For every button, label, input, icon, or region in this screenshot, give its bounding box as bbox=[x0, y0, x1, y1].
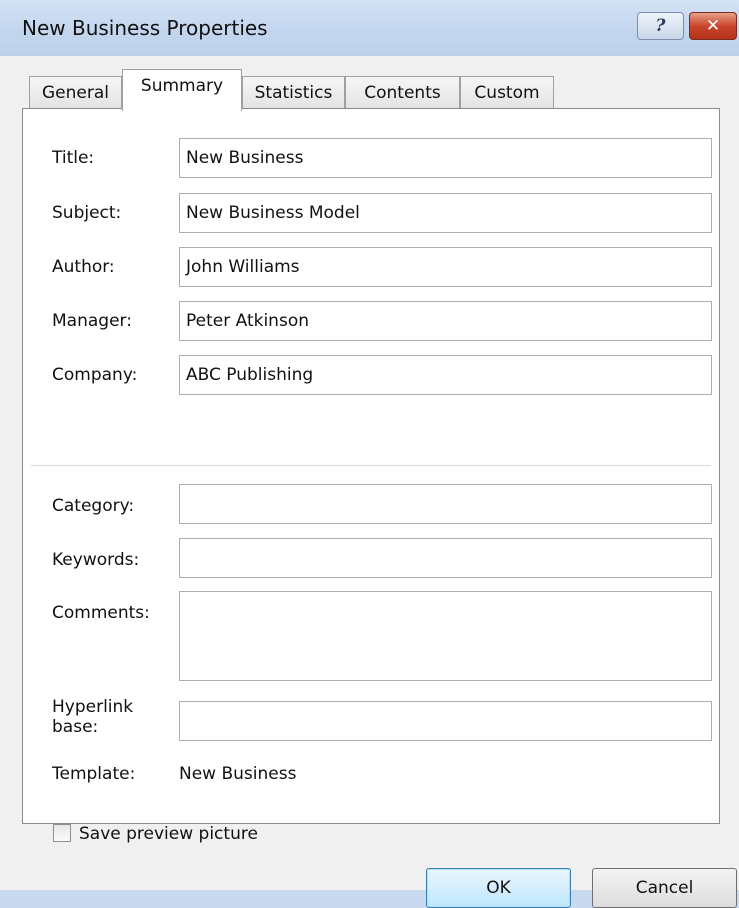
tab-general[interactable]: General bbox=[29, 76, 122, 109]
tab-label: Summary bbox=[140, 76, 224, 96]
save-preview-label[interactable]: Save preview picture bbox=[79, 824, 258, 844]
tab-contents[interactable]: Contents bbox=[345, 76, 460, 109]
manager-value: Peter Atkinson bbox=[186, 311, 309, 331]
tab-summary[interactable]: Summary bbox=[122, 69, 242, 111]
tab-label: Custom bbox=[474, 83, 540, 103]
subject-field[interactable]: New Business Model bbox=[179, 193, 712, 233]
tab-label: Statistics bbox=[254, 83, 333, 103]
company-label: Company: bbox=[52, 365, 138, 385]
subject-label: Subject: bbox=[52, 203, 122, 223]
hyperlink-base-label: Hyperlink base: bbox=[52, 697, 134, 737]
close-icon: ✕ bbox=[705, 16, 721, 36]
category-field[interactable] bbox=[179, 484, 712, 524]
window-title: New Business Properties bbox=[22, 16, 268, 40]
company-field[interactable]: ABC Publishing bbox=[179, 355, 712, 395]
company-value: ABC Publishing bbox=[186, 365, 314, 385]
separator bbox=[31, 465, 711, 466]
author-label: Author: bbox=[52, 257, 115, 277]
save-preview-checkbox[interactable] bbox=[53, 824, 71, 842]
tab-custom[interactable]: Custom bbox=[460, 76, 554, 109]
comments-label: Comments: bbox=[52, 603, 150, 623]
ok-button[interactable]: OK bbox=[426, 868, 571, 908]
close-button[interactable]: ✕ bbox=[689, 12, 737, 40]
tab-statistics[interactable]: Statistics bbox=[242, 76, 345, 109]
ok-label: OK bbox=[486, 878, 511, 898]
title-field[interactable]: New Business bbox=[179, 138, 712, 178]
comments-field[interactable] bbox=[179, 591, 712, 681]
manager-label: Manager: bbox=[52, 311, 132, 331]
help-icon: ? bbox=[655, 16, 666, 36]
tab-label: Contents bbox=[364, 83, 441, 103]
title-value: New Business bbox=[186, 148, 304, 168]
template-label: Template: bbox=[52, 764, 136, 784]
summary-panel: Title: New Business Subject: New Busines… bbox=[22, 108, 720, 844]
cancel-label: Cancel bbox=[635, 878, 694, 898]
subject-value: New Business Model bbox=[186, 203, 360, 223]
author-field[interactable]: John Williams bbox=[179, 247, 712, 287]
help-button[interactable]: ? bbox=[637, 12, 684, 40]
keywords-field[interactable] bbox=[179, 538, 712, 578]
author-value: John Williams bbox=[186, 257, 300, 277]
cancel-button[interactable]: Cancel bbox=[592, 868, 737, 908]
tab-label: General bbox=[42, 83, 109, 103]
manager-field[interactable]: Peter Atkinson bbox=[179, 301, 712, 341]
title-bar: New Business Properties ? ✕ bbox=[0, 0, 739, 56]
dialog-body: General Summary Statistics Contents Cust… bbox=[0, 56, 739, 908]
keywords-label: Keywords: bbox=[52, 550, 140, 570]
template-value: New Business bbox=[179, 764, 297, 784]
category-label: Category: bbox=[52, 496, 135, 516]
hyperlink-base-field[interactable] bbox=[179, 701, 712, 741]
title-label: Title: bbox=[52, 148, 95, 168]
